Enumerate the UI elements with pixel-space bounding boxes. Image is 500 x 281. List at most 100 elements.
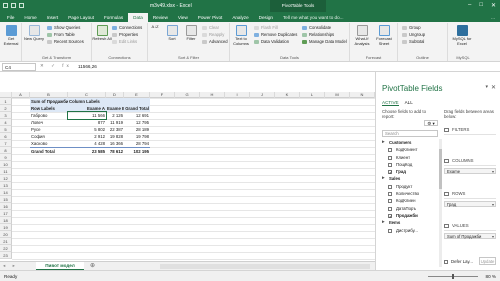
tab-active[interactable]: ACTIVE <box>382 100 399 106</box>
ungroup-button[interactable]: Ungroup <box>402 32 425 38</box>
undo-icon[interactable] <box>11 3 16 8</box>
pivot-value-cell[interactable]: 11 566 <box>67 111 107 120</box>
field-search-input[interactable]: Search <box>382 130 438 137</box>
sort-button[interactable]: Sort <box>162 25 182 42</box>
tab-analyze[interactable]: Analyze <box>227 13 253 22</box>
mysql-for-excel-button[interactable]: MySQL for Excel <box>452 25 472 46</box>
forecast-sheet-button[interactable]: Forecast Sheet <box>374 25 394 46</box>
tab-review[interactable]: Review <box>148 13 173 22</box>
defer-layout-update[interactable]: Defer Lay... <box>444 259 473 264</box>
row-header[interactable]: 19 <box>0 224 12 231</box>
filters-drop-zone[interactable] <box>444 134 496 152</box>
flash-fill-button[interactable]: Flash Fill <box>254 25 278 31</box>
pivot-col-header[interactable]: Exame B <box>106 105 124 112</box>
field-table-customers[interactable]: Customers <box>382 139 438 147</box>
column-header[interactable]: M <box>325 92 350 98</box>
field-item[interactable]: ДатаПоръ <box>382 205 438 212</box>
row-header[interactable]: 16 <box>0 203 12 210</box>
field-checkbox[interactable] <box>388 148 392 153</box>
manage-data-model-button[interactable]: Manage Data Model <box>302 39 347 45</box>
pivot-grand-total-label[interactable]: Grand Total <box>30 147 68 154</box>
field-item[interactable]: Дистрибу... <box>382 227 438 234</box>
row-header[interactable]: 5 <box>0 126 12 133</box>
close-button[interactable]: ✕ <box>491 2 496 9</box>
tab-view[interactable]: View <box>173 13 193 22</box>
tab-home[interactable]: Home <box>19 13 41 22</box>
pivot-value-cell[interactable]: 2 126 <box>106 112 124 119</box>
field-checkbox[interactable] <box>388 184 392 189</box>
row-header[interactable]: 14 <box>0 189 12 196</box>
pivot-value-cell[interactable]: 2 912 <box>68 133 106 140</box>
row-header[interactable]: 12 <box>0 175 12 182</box>
pivot-value-cell[interactable]: 877 <box>68 119 106 126</box>
formula-icons[interactable]: ✕ ✓ fx <box>40 63 72 69</box>
pivot-row-label[interactable]: София <box>30 133 68 140</box>
tab-file[interactable]: File <box>2 13 20 22</box>
filter-button[interactable]: Filter <box>181 25 201 42</box>
rows-field-chip[interactable]: Град <box>444 201 496 208</box>
row-header[interactable]: 10 <box>0 161 12 168</box>
advanced-filter-button[interactable]: Advanced <box>202 39 228 45</box>
connections-button[interactable]: Connections <box>112 25 142 31</box>
add-sheet-icon[interactable]: ⊕ <box>90 262 95 270</box>
pivot-column-labels[interactable]: Column Labels <box>68 98 106 105</box>
pivot-value-cell[interactable]: 22 387 <box>106 126 124 133</box>
area-filters[interactable]: FILTERS <box>444 126 496 154</box>
column-header[interactable]: L <box>300 92 325 98</box>
pivot-value-cell[interactable]: 12 795 <box>124 119 150 126</box>
row-header[interactable]: 11 <box>0 168 12 175</box>
pivot-row-label[interactable]: Ловеч <box>30 119 68 126</box>
pane-close-icon[interactable]: ✕ <box>491 84 496 91</box>
refresh-all-button[interactable]: Refresh All <box>92 25 112 42</box>
field-item[interactable]: КодКлиен <box>382 197 438 204</box>
pivot-row-labels[interactable]: Row Labels <box>30 105 68 112</box>
pivot-grand-total-cell[interactable]: 78 612 <box>106 147 124 154</box>
field-checkbox[interactable] <box>388 206 392 211</box>
row-header[interactable]: 22 <box>0 245 12 252</box>
field-item[interactable]: ✓ Продажби <box>382 212 438 219</box>
data-validation-button[interactable]: Data Validation <box>254 39 289 45</box>
field-item[interactable]: Количество <box>382 190 438 197</box>
column-header[interactable]: G <box>175 92 200 98</box>
text-to-columns-button[interactable]: Text to Columns <box>230 25 252 46</box>
column-header[interactable]: I <box>225 92 250 98</box>
column-header[interactable]: H <box>200 92 225 98</box>
field-item[interactable]: Продукт <box>382 183 438 190</box>
area-values[interactable]: VALUES Sum of Продажби <box>444 222 496 250</box>
tab-page-layout[interactable]: Page Layout <box>63 13 99 22</box>
column-header[interactable]: F <box>150 92 175 98</box>
field-checkbox-checked[interactable]: ✓ <box>388 170 392 175</box>
group-button[interactable]: Group <box>402 25 421 31</box>
pivot-value-cell[interactable]: 11 919 <box>106 119 124 126</box>
formula-input[interactable]: 11566,26 <box>76 63 366 71</box>
reapply-button[interactable]: Reapply <box>202 32 224 38</box>
field-checkbox-checked[interactable]: ✓ <box>388 213 392 218</box>
remove-duplicates-button[interactable]: Remove Duplicates <box>254 32 297 38</box>
area-columns[interactable]: COLUMNS Exame <box>444 157 496 185</box>
pivot-value-cell[interactable]: 5 802 <box>68 126 106 133</box>
properties-button[interactable]: Properties <box>112 32 138 38</box>
field-item[interactable]: Клиент <box>382 154 438 161</box>
row-header[interactable]: 7 <box>0 140 12 147</box>
row-header[interactable]: 4 <box>0 119 12 126</box>
defer-checkbox[interactable] <box>444 259 448 264</box>
field-item[interactable]: КодКлиент <box>382 146 438 153</box>
pivot-value-cell[interactable]: 4 428 <box>68 140 106 147</box>
pivot-row-label[interactable]: Русе <box>30 126 68 133</box>
tab-all[interactable]: ALL <box>405 100 413 106</box>
tab-design[interactable]: Design <box>254 13 278 22</box>
sort-az-button[interactable]: A↓Z <box>148 24 162 30</box>
tab-power-pivot[interactable]: Power Pivot <box>193 13 228 22</box>
field-checkbox[interactable] <box>388 162 392 167</box>
from-table-button[interactable]: From Table <box>47 32 75 38</box>
pivot-value-cell[interactable]: 28 189 <box>124 126 150 133</box>
row-header[interactable]: 1 <box>0 98 12 105</box>
name-box[interactable]: C4 <box>2 63 36 71</box>
pivot-col-header[interactable]: Grand Total <box>124 105 150 112</box>
column-header[interactable]: K <box>275 92 300 98</box>
tab-data[interactable]: Data <box>128 13 148 22</box>
field-item[interactable]: ✓ Град <box>382 168 438 175</box>
field-checkbox[interactable] <box>388 155 392 160</box>
field-table-sales[interactable]: Sales <box>382 175 438 183</box>
gear-icon[interactable]: ⚙ ▾ <box>424 120 438 126</box>
